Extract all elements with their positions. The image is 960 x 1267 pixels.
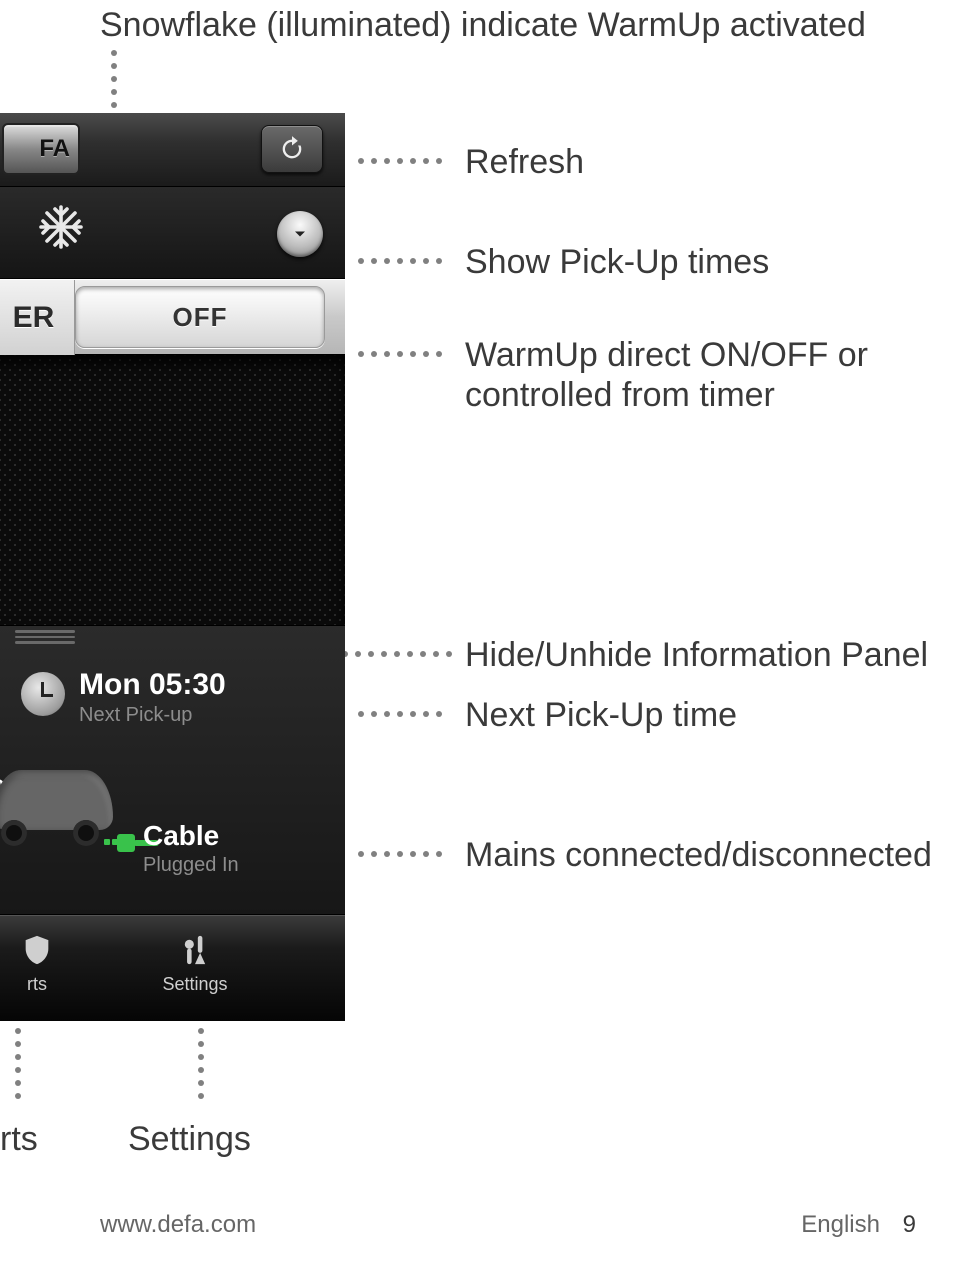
vehicle-status-panel [0, 355, 345, 625]
tab-settings-label: Settings [135, 974, 255, 995]
annotation-refresh: Refresh [465, 143, 584, 182]
app-topbar: FA [0, 113, 345, 187]
annotation-mains: Mains connected/disconnected [465, 836, 932, 875]
cable-label: Cable [143, 820, 219, 852]
tab-settings[interactable]: Settings [135, 926, 255, 995]
annotation-onoff-line2: controlled from timer [465, 376, 775, 415]
cable-status: Plugged In [143, 854, 239, 877]
info-panel: Mon 05:30 Next Pick-up º erior Cable Plu… [0, 625, 345, 915]
warmup-toggle-row: ER OFF [0, 279, 345, 355]
toggle-timer-label[interactable]: ER [0, 280, 75, 356]
chevron-down-icon [290, 224, 310, 244]
tab-alerts-label: rts [0, 974, 77, 995]
footer-lang-page: English 9 [801, 1211, 916, 1239]
status-row [0, 187, 345, 279]
refresh-icon [278, 135, 306, 163]
tab-alerts[interactable]: rts [0, 926, 77, 995]
annotation-alerts: rts [0, 1120, 38, 1159]
annotation-snowflake: Snowflake (illuminated) indicate WarmUp … [100, 6, 866, 45]
leader-nextpickup [358, 711, 442, 717]
snowflake-icon [37, 203, 85, 256]
footer-language: English [801, 1211, 880, 1238]
annotation-next-pickup: Next Pick-Up time [465, 696, 737, 735]
brand-logo: FA [2, 123, 80, 175]
panel-drag-handle[interactable] [15, 630, 75, 644]
footer-page-number: 9 [903, 1211, 916, 1238]
show-pickup-times-button[interactable] [277, 211, 323, 257]
annotation-show-pickup-times: Show Pick-Up times [465, 243, 769, 282]
next-pickup-label: Next Pick-up [79, 704, 192, 727]
leader-refresh [358, 158, 442, 164]
warmup-off-button[interactable]: OFF [75, 286, 325, 348]
leader-onoff [358, 351, 442, 357]
app-tabbar: rts Settings [0, 915, 345, 1021]
brand-logo-text: FA [39, 135, 70, 163]
car-icon [0, 756, 113, 846]
app-screenshot: FA ER OFF [0, 113, 345, 1078]
plug-icon [103, 832, 143, 854]
refresh-button[interactable] [261, 125, 323, 173]
clock-icon [21, 672, 65, 716]
annotation-hide-panel: Hide/Unhide Information Panel [465, 636, 928, 675]
annotation-onoff-line1: WarmUp direct ON/OFF or [465, 336, 868, 375]
leader-mains [358, 851, 442, 857]
footer-url: www.defa.com [100, 1211, 256, 1239]
annotation-settings: Settings [128, 1120, 251, 1159]
next-pickup-time: Mon 05:30 [79, 668, 226, 702]
shield-icon [0, 926, 77, 974]
leader-pickup [358, 258, 442, 264]
settings-icon [135, 926, 255, 974]
